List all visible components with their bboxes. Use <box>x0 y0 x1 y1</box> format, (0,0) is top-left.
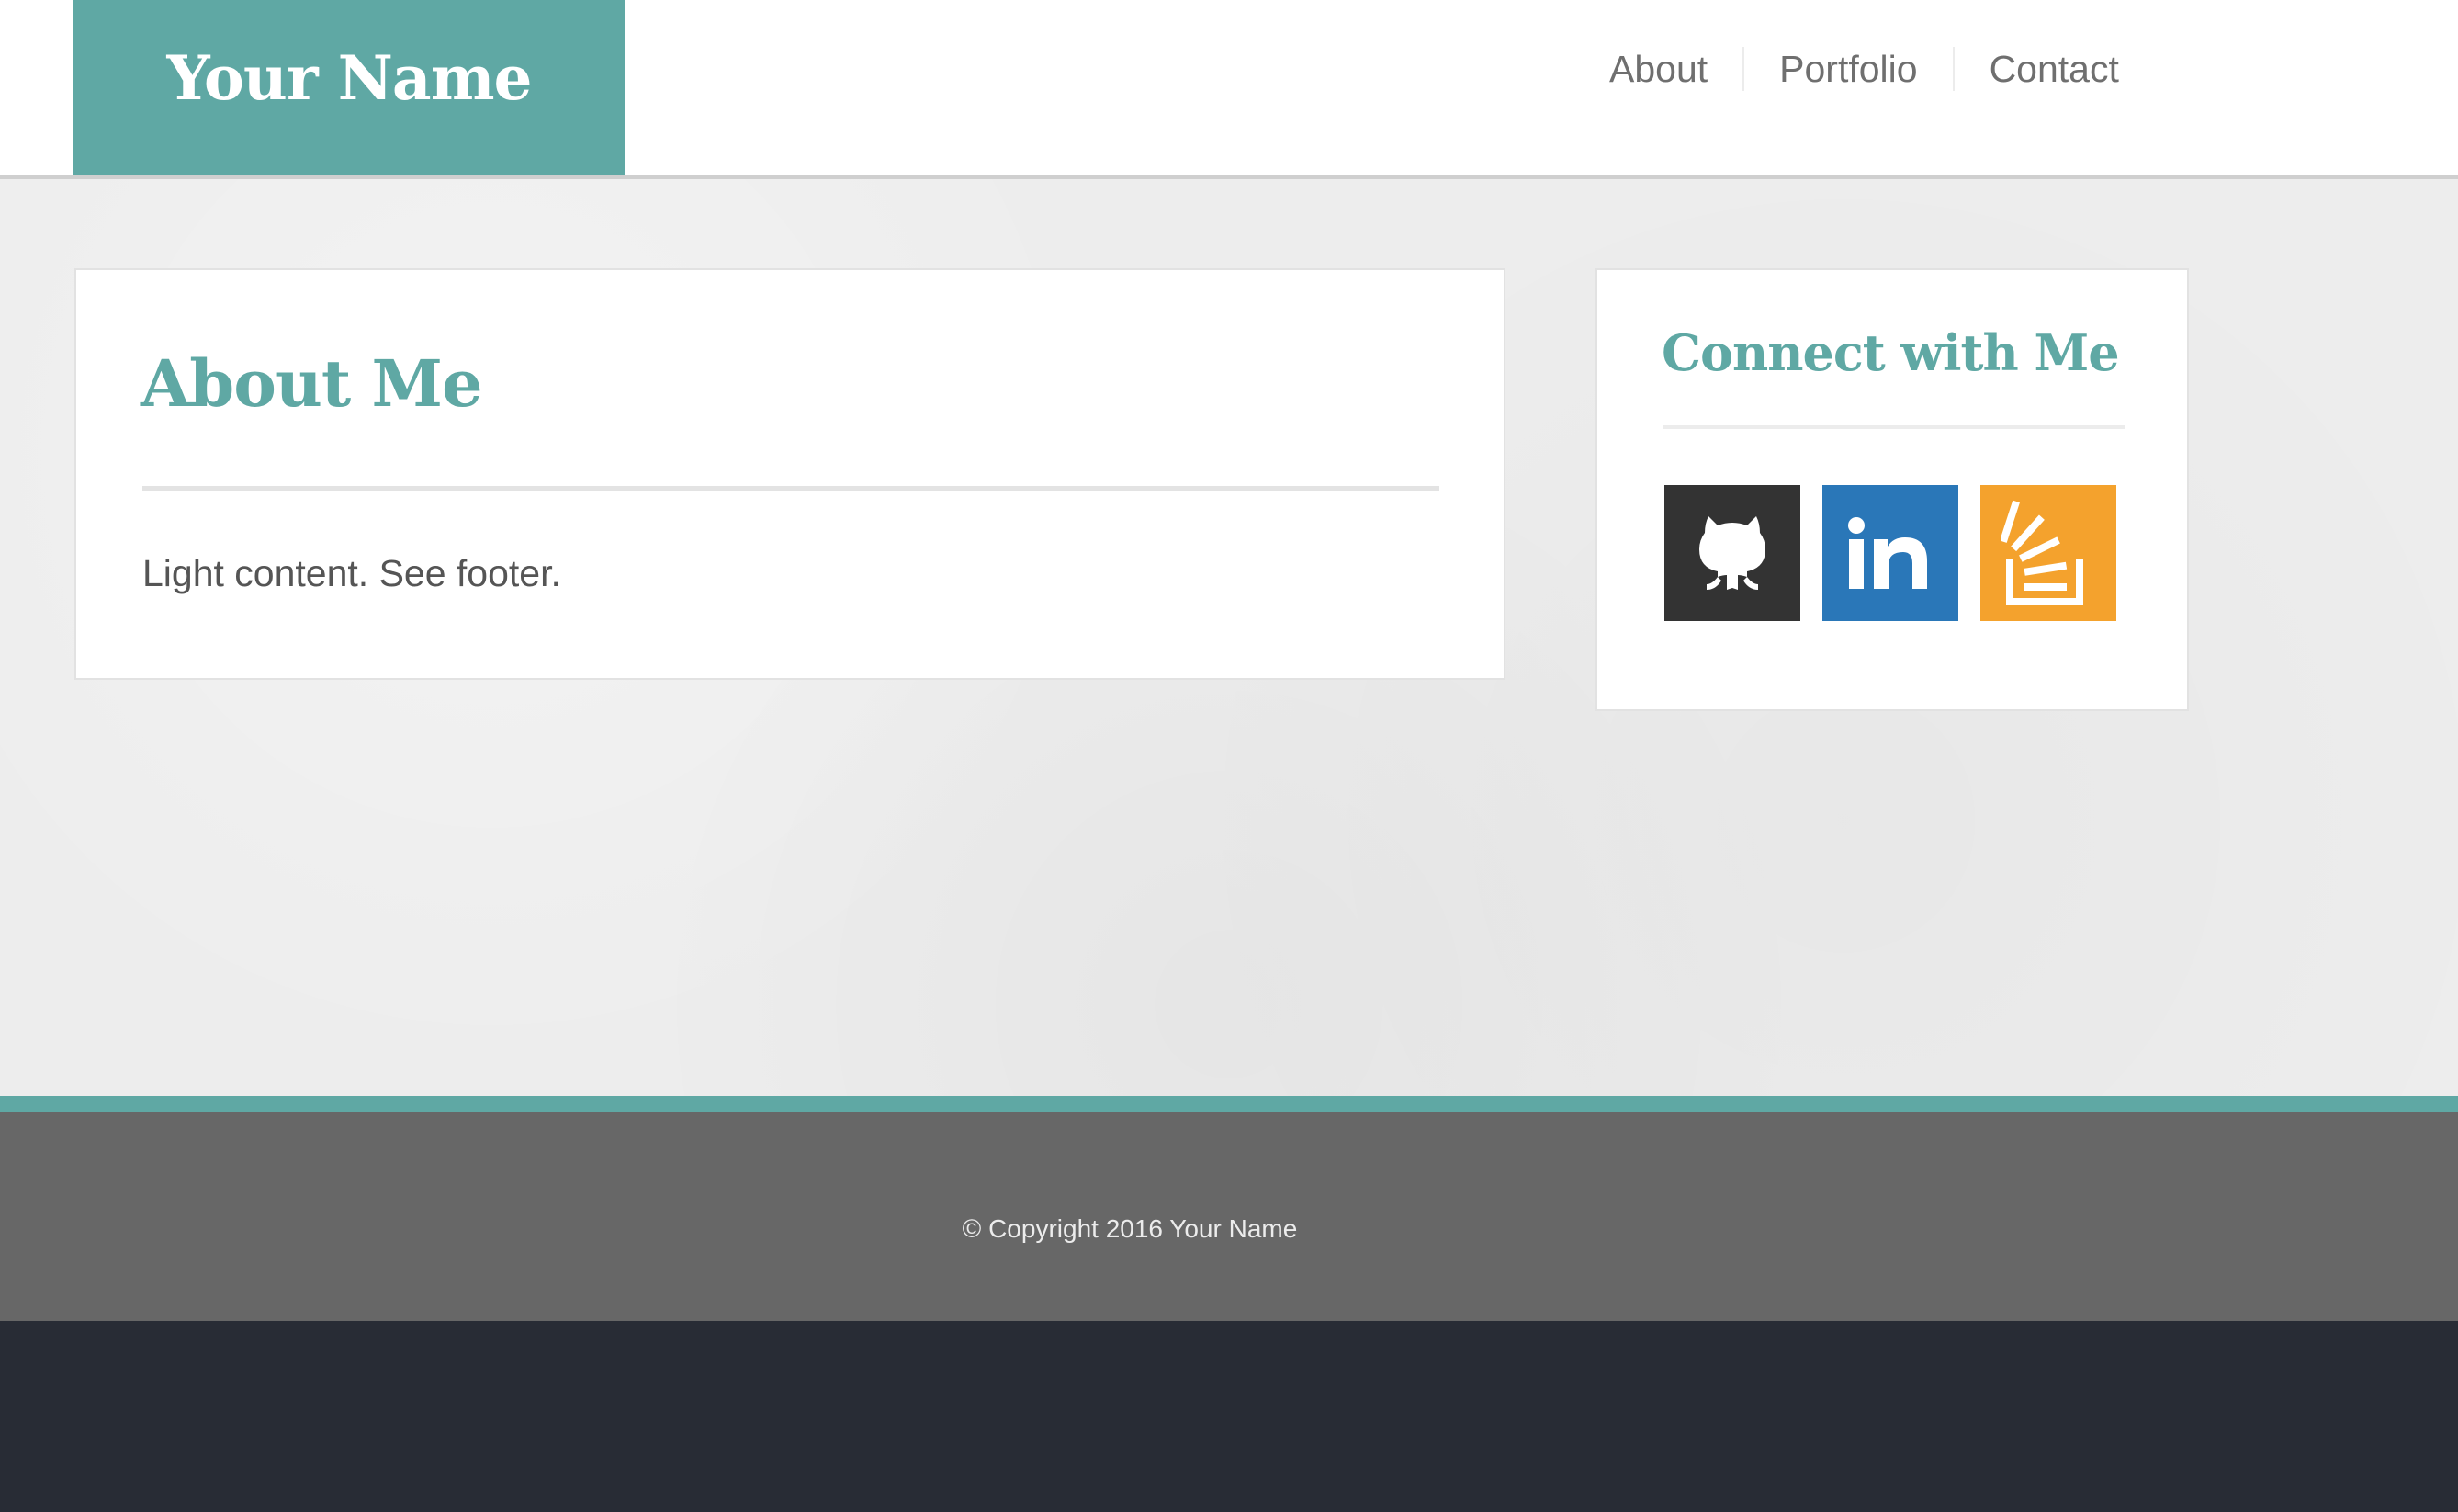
connect-title: Connect with Me <box>1662 323 2120 382</box>
stackoverflow-link[interactable] <box>1980 485 2116 621</box>
main-nav: About Portfolio Contact <box>1609 40 2119 97</box>
nav-portfolio[interactable]: Portfolio <box>1779 40 1917 97</box>
nav-divider <box>1952 47 1955 91</box>
brand-logo[interactable]: Your Name <box>73 0 625 175</box>
main-content: About Me Light content. See footer. Conn… <box>0 179 2458 1096</box>
connect-divider <box>1663 425 2125 429</box>
copyright-text: © Copyright 2016 Your Name <box>962 1214 1298 1243</box>
stackoverflow-icon <box>2001 500 2083 605</box>
nav-about[interactable]: About <box>1609 40 1708 97</box>
about-title: About Me <box>141 345 483 422</box>
about-text: Light content. See footer. <box>142 552 561 594</box>
nav-divider <box>1742 47 1745 91</box>
linkedin-link[interactable] <box>1822 485 1958 621</box>
about-divider <box>142 486 1439 491</box>
github-icon <box>1699 516 1765 590</box>
site-footer: © Copyright 2016 Your Name <box>0 1096 2458 1321</box>
connect-card: Connect with Me <box>1595 268 2189 711</box>
nav-contact[interactable]: Contact <box>1990 40 2119 97</box>
linkedin-icon <box>1848 517 1927 589</box>
brand-name: Your Name <box>166 41 532 114</box>
about-card: About Me Light content. See footer. <box>74 268 1505 680</box>
social-links <box>1664 485 2116 621</box>
site-header: Your Name About Portfolio Contact <box>0 0 2458 179</box>
github-link[interactable] <box>1664 485 1800 621</box>
